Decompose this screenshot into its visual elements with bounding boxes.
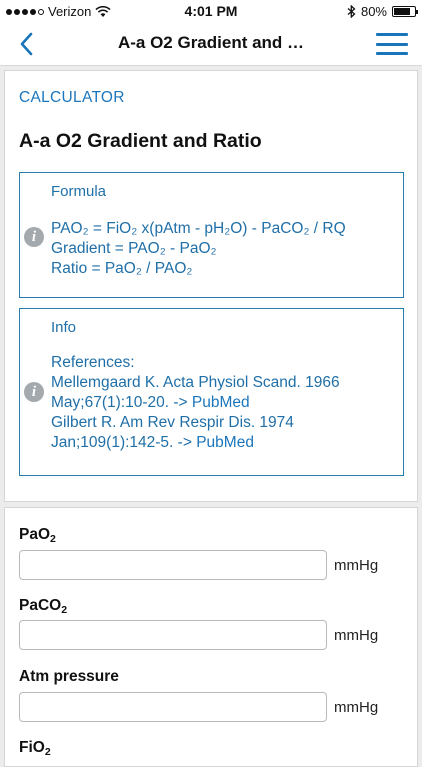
atm-pressure-input[interactable] [19, 692, 327, 722]
paco2-label: PaCO2 [19, 597, 68, 616]
paco2-input[interactable] [19, 620, 327, 650]
pao2-input[interactable] [19, 550, 327, 580]
battery-percent: 80% [360, 4, 387, 19]
pubmed-link-1[interactable]: PubMed [192, 394, 250, 411]
atm-pressure-unit: mmHg [334, 699, 379, 716]
info-header: Info [51, 319, 77, 336]
calculator-title: A-a O2 Gradient and Ratio [19, 130, 262, 152]
back-button[interactable] [14, 30, 38, 58]
fio2-label: FiO2 [19, 739, 51, 758]
formula-line-ratio: Ratio = PaO₂ / PAO₂ [51, 260, 193, 277]
info-box: i Info References: Mellemgaard K. Acta P… [19, 308, 404, 476]
paco2-unit: mmHg [334, 627, 379, 644]
input-form-card: PaO2 mmHg PaCO2 mmHg Atm pressure mmHg F… [4, 507, 418, 767]
info-icon: i [24, 227, 44, 247]
nav-bar: A-a O2 Gradient and … [0, 22, 422, 66]
formula-box: i Formula PAO₂ = FiO₂ x(pAtm - pH₂O) - P… [19, 172, 404, 298]
info-body: References: Mellemgaard K. Acta Physiol … [51, 353, 403, 453]
status-right: 80% [347, 4, 418, 19]
formula-header: Formula [51, 183, 107, 200]
reference-2-text: Gilbert R. Am Rev Respir Dis. 1974 Jan;1… [51, 414, 294, 451]
info-icon: i [24, 382, 44, 402]
bluetooth-icon [347, 5, 356, 18]
menu-button[interactable] [376, 30, 408, 58]
pao2-label: PaO2 [19, 526, 56, 545]
references-label: References: [51, 354, 135, 371]
section-label: CALCULATOR [19, 89, 125, 106]
pao2-unit: mmHg [334, 557, 379, 574]
calculator-info-card: CALCULATOR A-a O2 Gradient and Ratio i F… [4, 70, 418, 502]
atm-pressure-label: Atm pressure [19, 668, 119, 685]
formula-body: PAO₂ = FiO₂ x(pAtm - pH₂O) - PaCO₂ / RQ … [51, 219, 346, 279]
status-bar: Verizon 4:01 PM 80% [0, 0, 422, 22]
formula-line-pao2: PAO₂ = FiO₂ x(pAtm - pH₂O) - PaCO₂ / RQ [51, 220, 346, 237]
reference-2: Gilbert R. Am Rev Respir Dis. 1974 Jan;1… [51, 413, 403, 453]
formula-line-gradient: Gradient = PAO₂ - PaO₂ [51, 240, 217, 257]
reference-1: Mellemgaard K. Acta Physiol Scand. 1966 … [51, 373, 403, 413]
battery-icon [392, 6, 418, 17]
hamburger-menu-icon [376, 33, 408, 36]
nav-title: A-a O2 Gradient and … [117, 33, 305, 52]
chevron-left-icon [20, 32, 33, 56]
battery-level [394, 8, 410, 15]
pubmed-link-2[interactable]: PubMed [196, 434, 254, 451]
